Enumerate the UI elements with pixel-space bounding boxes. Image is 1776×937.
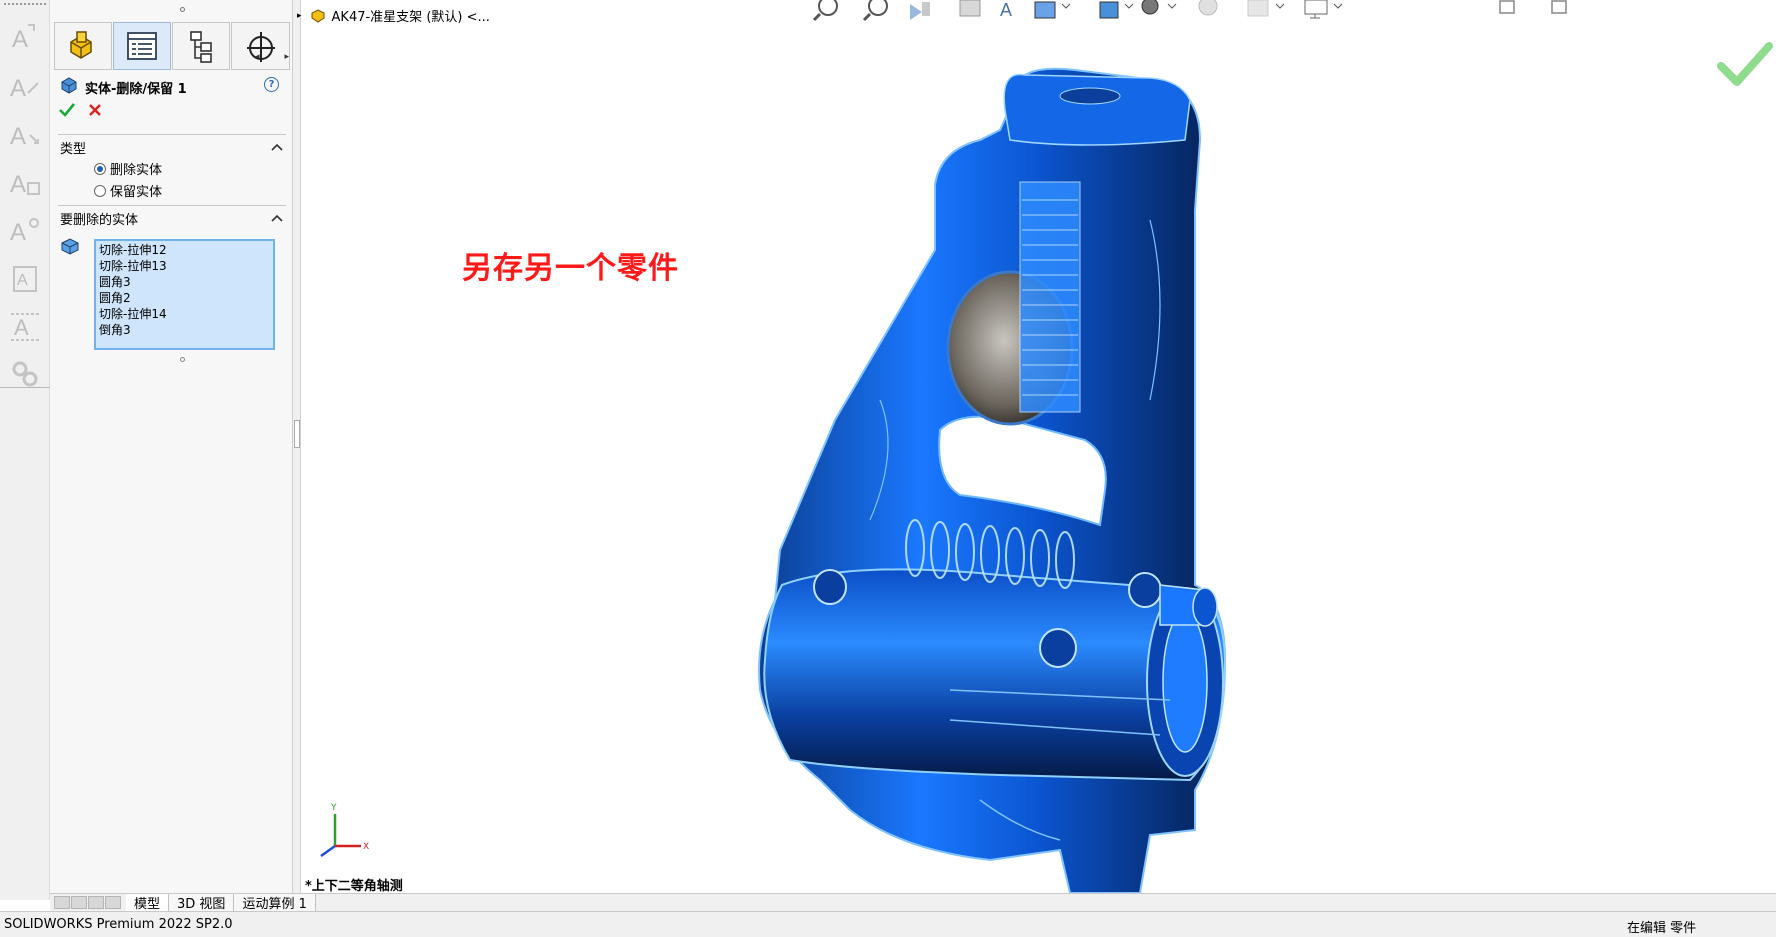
coordinate-triad: Y X: [320, 803, 369, 858]
dynamic-annotation-icon: A: [1000, 0, 1012, 20]
annotation-text: 另存另一个零件: [462, 251, 679, 286]
type-section-title[interactable]: 类型: [60, 138, 86, 157]
feature-manager-icon: [70, 31, 92, 59]
chain-link-icon[interactable]: [6, 354, 44, 394]
svg-text:A: A: [10, 75, 26, 102]
solid-body-icon: [61, 238, 79, 255]
section-view-icon: [959, 0, 981, 17]
maximize-window-icon[interactable]: [1549, 0, 1573, 16]
next-tab-button[interactable]: [88, 896, 104, 909]
svg-text:A: A: [14, 315, 29, 340]
graphics-area[interactable]: A Y X: [301, 0, 1776, 893]
svg-text:A: A: [10, 219, 26, 246]
surface-finish-icon[interactable]: A: [6, 258, 44, 298]
triad-y-label: Y: [330, 803, 337, 813]
list-item[interactable]: 圆角3: [99, 274, 270, 290]
list-resize-grip[interactable]: [180, 357, 185, 362]
part-model[interactable]: [301, 0, 1776, 893]
radio-label: 保留实体: [110, 185, 163, 200]
property-manager-panel: [50, 0, 293, 900]
view-orientation-label: *上下二等角轴测: [305, 879, 403, 894]
annotation-toolbar: A A A A A A A: [0, 0, 50, 900]
section-divider: [58, 205, 286, 206]
collapse-bodies-icon[interactable]: [270, 213, 284, 223]
tab-configuration-manager[interactable]: [172, 22, 230, 70]
radio-keep-bodies[interactable]: 保留实体: [94, 181, 162, 200]
radio-delete-bodies[interactable]: 删除实体: [94, 159, 162, 178]
confirm-corner-check-icon[interactable]: [1717, 40, 1773, 88]
svg-text:A: A: [1000, 0, 1012, 20]
document-title: AK47-准星支架 (默认) <...: [331, 10, 490, 25]
help-icon[interactable]: ?: [264, 77, 279, 92]
hide-show-items-icon: [1141, 0, 1177, 15]
panel-splitter[interactable]: [293, 0, 301, 900]
datum-icon[interactable]: A: [6, 210, 44, 250]
tab-property-manager[interactable]: [113, 22, 171, 70]
radio-label: 删除实体: [110, 163, 163, 178]
svg-text:A: A: [10, 171, 26, 198]
tab-feature-manager[interactable]: [54, 22, 112, 70]
status-bar: SOLIDWORKS Premium 2022 SP2.0 在编辑 零件: [0, 911, 1776, 937]
svg-text:A: A: [10, 123, 26, 150]
part-icon: [311, 8, 325, 23]
list-item[interactable]: 切除-拉伸14: [99, 306, 270, 322]
svg-text:A: A: [17, 272, 28, 289]
section-divider: [58, 134, 286, 135]
first-tab-button[interactable]: [54, 896, 70, 909]
heads-up-view-toolbar: A: [800, 0, 1460, 22]
cancel-x-icon[interactable]: [87, 102, 103, 118]
property-manager-icon: [127, 32, 157, 60]
last-tab-button[interactable]: [105, 896, 121, 909]
restore-window-icon[interactable]: [1497, 0, 1521, 16]
configuration-manager-icon: [190, 31, 212, 63]
previous-view-icon: [910, 2, 930, 20]
zoom-to-area-icon: [862, 0, 888, 22]
triad-x-label: X: [363, 842, 369, 852]
tab-motion-study[interactable]: 运动算例 1: [234, 893, 316, 912]
panel-grip[interactable]: [180, 7, 185, 12]
bodies-section-title[interactable]: 要删除的实体: [60, 209, 138, 228]
feature-breadcrumb[interactable]: ▸ AK47-准星支架 (默认) <...: [297, 6, 490, 25]
toolbar-divider: [0, 387, 50, 388]
edit-appearance-icon: [1198, 0, 1218, 16]
expand-arrow-icon[interactable]: ▸: [297, 11, 302, 21]
apply-scene-icon: [1247, 0, 1285, 17]
balloon-icon[interactable]: A: [6, 114, 44, 154]
ok-check-icon[interactable]: [58, 102, 76, 118]
toolbar-grip[interactable]: [4, 3, 46, 6]
note-icon[interactable]: A: [6, 66, 44, 106]
prev-tab-button[interactable]: [71, 896, 87, 909]
bodies-to-delete-list[interactable]: 切除-拉伸12 切除-拉伸13 圆角3 圆角2 切除-拉伸14 倒角3: [94, 239, 275, 350]
delete-body-feature-icon: [61, 77, 77, 94]
display-style-icon: [1099, 1, 1134, 19]
splitter-handle[interactable]: [294, 420, 300, 448]
collapse-type-icon[interactable]: [270, 142, 284, 152]
tab-scroll[interactable]: ◂ ▸: [255, 52, 289, 68]
radio-button[interactable]: [94, 184, 106, 197]
status-edit-mode: 在编辑 零件: [1627, 921, 1697, 936]
list-item[interactable]: 圆角2: [99, 290, 270, 306]
tab-nav-buttons: [54, 896, 122, 909]
feature-title: 实体-删除/保留 1: [85, 82, 187, 97]
zoom-to-fit-icon: [812, 0, 838, 22]
geometric-tolerance-icon[interactable]: A: [6, 306, 44, 346]
view-settings-icon: [1304, 0, 1343, 19]
status-product-version: SOLIDWORKS Premium 2022 SP2.0: [4, 917, 233, 932]
list-item[interactable]: 切除-拉伸12: [99, 242, 270, 258]
scroll-left-icon[interactable]: ◂: [255, 52, 260, 68]
bottom-tab-bar: 模型 3D 视图 运动算例 1: [50, 893, 1776, 912]
smart-dimension-icon[interactable]: A: [6, 18, 44, 58]
scroll-right-icon[interactable]: ▸: [284, 52, 289, 68]
tab-model[interactable]: 模型: [126, 893, 170, 912]
tab-3d-view[interactable]: 3D 视图: [169, 893, 235, 912]
svg-text:A: A: [12, 26, 28, 53]
radio-button[interactable]: [94, 162, 106, 175]
list-item[interactable]: 倒角3: [99, 322, 270, 338]
view-orientation-icon: [1034, 1, 1071, 19]
list-item[interactable]: 切除-拉伸13: [99, 258, 270, 274]
weld-symbol-icon[interactable]: A: [6, 162, 44, 202]
